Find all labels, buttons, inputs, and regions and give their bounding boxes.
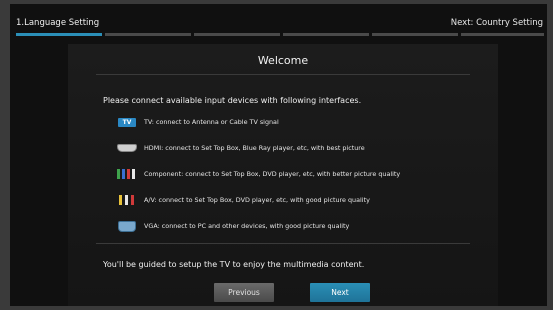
interface-text: HDMI: connect to Set Top Box, Blue Ray p… xyxy=(144,144,365,152)
interface-row-tv: TV TV: connect to Antenna or Cable TV si… xyxy=(116,115,279,129)
interface-text: TV: connect to Antenna or Cable TV signa… xyxy=(144,118,279,126)
divider xyxy=(96,243,470,244)
setup-step-header: 1.Language Setting Next: Country Setting xyxy=(10,4,547,40)
interface-text: A/V: connect to Set Top Box, DVD player,… xyxy=(144,196,370,204)
tv-icon-label: TV xyxy=(118,117,136,127)
interface-row-vga: VGA: connect to PC and other devices, wi… xyxy=(116,219,349,233)
interface-text: Component: connect to Set Top Box, DVD p… xyxy=(144,170,401,178)
dialog-title: Welcome xyxy=(257,54,309,67)
progress-segment xyxy=(372,33,458,36)
progress-segment-active xyxy=(16,33,102,36)
interface-text: VGA: connect to PC and other devices, wi… xyxy=(144,222,350,230)
next-button[interactable]: Next xyxy=(310,283,370,302)
component-icon xyxy=(116,168,138,180)
hdmi-icon xyxy=(116,142,138,154)
progress-segment xyxy=(194,33,280,36)
tv-screen: 1.Language Setting Next: Country Setting… xyxy=(10,4,547,306)
divider xyxy=(96,74,470,75)
av-icon xyxy=(116,194,138,206)
vga-icon xyxy=(116,220,138,232)
tv-icon: TV xyxy=(116,116,138,128)
progress-segment xyxy=(283,33,369,36)
interface-row-av: A/V: connect to Set Top Box, DVD player,… xyxy=(116,193,370,207)
interface-row-component: Component: connect to Set Top Box, DVD p… xyxy=(116,167,400,181)
instruction-text: Please connect available input devices w… xyxy=(103,96,362,105)
welcome-dialog: Welcome Please connect available input d… xyxy=(68,44,498,306)
progress-segment xyxy=(461,33,544,36)
progress-segment xyxy=(105,33,191,36)
next-step-label: Next: Country Setting xyxy=(450,18,543,28)
footer-text: You'll be guided to setup the TV to enjo… xyxy=(103,260,365,269)
interface-row-hdmi: HDMI: connect to Set Top Box, Blue Ray p… xyxy=(116,141,365,155)
current-step-label: 1.Language Setting xyxy=(16,18,100,28)
step-progress-bar xyxy=(16,33,544,36)
previous-button[interactable]: Previous xyxy=(214,283,274,302)
